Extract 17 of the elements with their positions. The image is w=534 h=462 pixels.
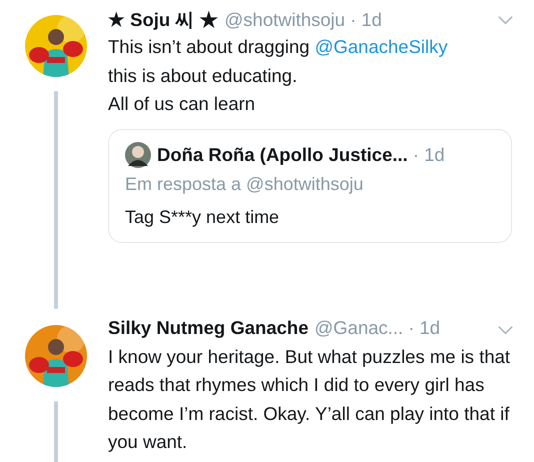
avatar-icon (125, 142, 151, 168)
user-handle[interactable]: @shotwithsoju (224, 9, 346, 31)
tweet-time[interactable]: · 1d (350, 9, 382, 31)
tweet-text: I know your heritage. But what puzzles me is that reads that rhymes which I did to every girl has become I’m racist. Okay. Y’all can play into that if you want. (108, 344, 512, 454)
reply-context: Em resposta a @shotwithsoju (125, 174, 364, 194)
chevron-down-icon[interactable] (497, 15, 514, 25)
user-name[interactable]: Silky Nutmeg Ganache (108, 316, 308, 338)
mention-link[interactable]: @GanacheSilky (314, 36, 448, 57)
tweet-time[interactable]: · 1d (408, 316, 440, 338)
quoted-tweet-time: · 1d (412, 144, 445, 166)
quoted-tweet-text: Tag S***y next time (125, 206, 280, 228)
user-name[interactable]: ★ Soju 씨 ★ (108, 7, 218, 32)
user-handle[interactable]: @Ganac... (314, 316, 404, 338)
tweet-text: This isn’t about dragging @GanacheSilky this is about educating. All of us can learn (108, 35, 449, 116)
chevron-down-icon[interactable] (497, 324, 514, 334)
quoted-tweet-card[interactable]: Doña Roña (Apollo Justice... · 1d Em resposta a @shotwithsoju Tag S***y next time (108, 128, 512, 242)
quoted-user-name: Doña Roña (Apollo Justice... (157, 144, 408, 166)
